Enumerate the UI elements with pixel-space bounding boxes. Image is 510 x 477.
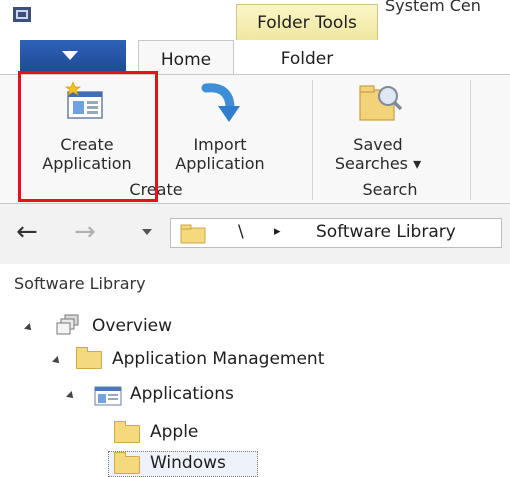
expand-arrow-icon[interactable]	[66, 391, 76, 401]
folder-icon	[114, 421, 140, 443]
folder-icon	[114, 452, 140, 474]
saved-searches-button[interactable]: Saved Searches ▾	[318, 82, 438, 174]
saved-searches-icon	[358, 82, 403, 128]
folder-tools-contextual-tab[interactable]: Folder Tools	[236, 4, 378, 40]
breadcrumb-software-library[interactable]: Software Library	[316, 222, 456, 242]
tree-item-apple[interactable]: Apple	[150, 422, 198, 442]
forward-arrow-icon[interactable]: →	[74, 219, 96, 245]
tree-item-application-management[interactable]: Application Management	[112, 349, 324, 369]
expand-arrow-icon[interactable]	[24, 323, 34, 333]
tree-item-windows[interactable]: Windows	[150, 453, 226, 473]
group-separator	[312, 80, 313, 200]
back-arrow-icon[interactable]: ←	[16, 219, 38, 245]
group-separator	[470, 80, 471, 200]
tree-item-overview[interactable]: Overview	[92, 316, 172, 336]
tree-item-applications[interactable]: Applications	[130, 384, 234, 404]
saved-searches-label-1: Saved	[353, 135, 403, 154]
highlight-box	[18, 71, 158, 202]
path-root-separator: \	[238, 222, 244, 242]
applications-node-icon	[94, 386, 122, 410]
app-icon	[12, 5, 32, 23]
import-arrow-icon	[200, 82, 240, 130]
group-label-search: Search	[362, 180, 418, 199]
saved-searches-label-2: Searches ▾	[334, 154, 422, 173]
window-title: System Cen	[385, 0, 481, 15]
history-dropdown-icon[interactable]	[142, 229, 152, 235]
folder-icon	[180, 224, 206, 248]
breadcrumb-arrow-icon[interactable]: ▸	[274, 224, 281, 239]
folder-icon	[76, 347, 102, 369]
navigation-pane-header: Software Library	[14, 274, 146, 293]
import-application-label-1: Import	[193, 135, 247, 154]
import-application-button[interactable]: Import Application	[156, 82, 284, 174]
expand-arrow-icon[interactable]	[52, 356, 62, 366]
dropdown-arrow-icon	[62, 51, 78, 60]
overview-icon	[56, 314, 80, 340]
import-application-label-2: Application	[175, 154, 265, 173]
tab-folder[interactable]: Folder	[236, 40, 378, 74]
tab-home[interactable]: Home	[138, 40, 234, 75]
